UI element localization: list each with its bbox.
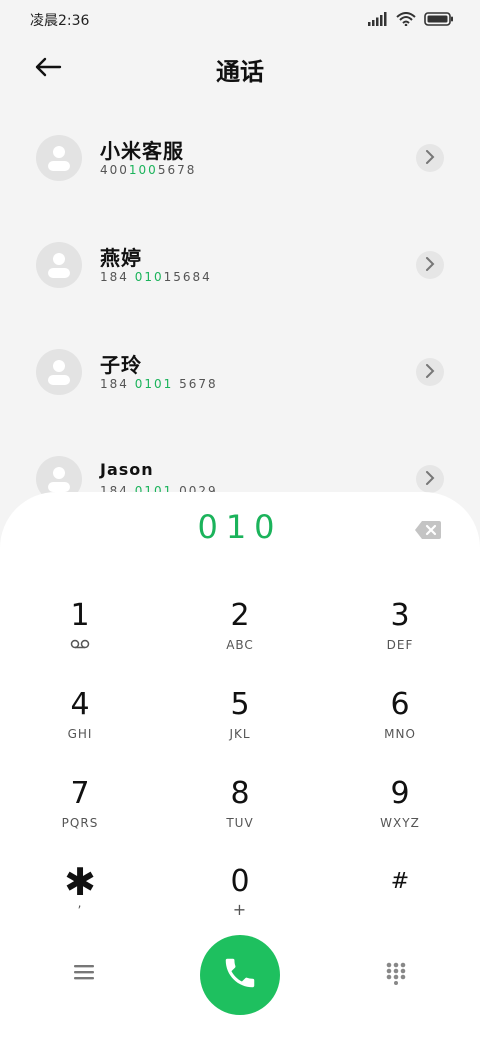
menu-icon xyxy=(73,963,95,985)
key-5[interactable]: 5 JKL xyxy=(180,687,300,767)
dial-input[interactable]: 010 xyxy=(0,508,480,546)
menu-button[interactable] xyxy=(64,958,104,990)
key-digit: 5 xyxy=(230,687,250,722)
key-digit: 7 xyxy=(70,776,90,811)
status-bar: 凌晨2:36 xyxy=(0,0,480,36)
key-digit: 9 xyxy=(390,776,410,811)
dialpad-toggle-button[interactable] xyxy=(376,958,416,992)
key-letters: MNO xyxy=(384,727,416,741)
dialpad-icon xyxy=(385,961,407,989)
key-4[interactable]: 4 GHI xyxy=(20,687,140,767)
dialpad-panel: 010 1 2 ABC 3 DEF 4 GHI 5 JKL 6 MNO 7 PQ… xyxy=(0,492,480,1040)
key-digit: 2 xyxy=(230,598,250,633)
key-8[interactable]: 8 TUV xyxy=(180,776,300,856)
key-letters: , xyxy=(77,896,83,910)
key-letters: TUV xyxy=(226,816,254,830)
contact-number: 4001005678 xyxy=(100,163,197,177)
contact-number: 184 01015684 xyxy=(100,270,212,284)
avatar xyxy=(36,349,82,395)
key-digit: 0 xyxy=(230,864,250,899)
page-title: 通话 xyxy=(216,58,264,86)
key-letters: DEF xyxy=(386,638,414,652)
contact-name: Jason xyxy=(100,460,154,479)
call-button[interactable] xyxy=(200,935,280,1015)
key-letters: WXYZ xyxy=(380,816,420,830)
key-digit: 6 xyxy=(390,687,410,722)
contact-name: 燕婷 xyxy=(100,246,142,270)
contact-row[interactable]: 子玲 184 0101 5678 xyxy=(0,349,480,429)
wifi-icon xyxy=(396,11,416,30)
key-digit: # xyxy=(390,869,410,894)
key-letters: GHI xyxy=(67,727,93,741)
key-3[interactable]: 3 DEF xyxy=(340,598,460,678)
backspace-button[interactable] xyxy=(414,520,442,540)
header: 通话 xyxy=(0,44,480,94)
signal-icon xyxy=(368,11,388,30)
key-digit: 8 xyxy=(230,776,250,811)
avatar xyxy=(36,135,82,181)
key-letters: PQRS xyxy=(61,816,99,830)
contact-detail-button[interactable] xyxy=(416,144,444,172)
key-0[interactable]: 0 + xyxy=(180,864,300,944)
contact-detail-button[interactable] xyxy=(416,465,444,493)
avatar xyxy=(36,242,82,288)
chevron-right-icon xyxy=(425,256,435,275)
backspace-icon xyxy=(414,521,442,544)
key-7[interactable]: 7 PQRS xyxy=(20,776,140,856)
contact-detail-button[interactable] xyxy=(416,251,444,279)
phone-icon xyxy=(221,954,259,996)
key-6[interactable]: 6 MNO xyxy=(340,687,460,767)
key-digit: 3 xyxy=(390,598,410,633)
key-digit: 4 xyxy=(70,687,90,722)
contact-row[interactable]: 小米客服 4001005678 xyxy=(0,135,480,215)
voicemail-icon xyxy=(20,638,140,652)
contact-detail-button[interactable] xyxy=(416,358,444,386)
chevron-right-icon xyxy=(425,470,435,489)
key-9[interactable]: 9 WXYZ xyxy=(340,776,460,856)
key-digit: 1 xyxy=(70,598,90,633)
status-time: 凌晨2:36 xyxy=(30,13,90,29)
chevron-right-icon xyxy=(425,363,435,382)
key-1[interactable]: 1 xyxy=(20,598,140,678)
status-icons xyxy=(368,11,454,30)
contact-name: 子玲 xyxy=(100,353,142,377)
key-letters: ABC xyxy=(226,638,254,652)
key-star[interactable]: ✱ , xyxy=(20,860,140,944)
key-letters: + xyxy=(232,900,248,919)
battery-icon xyxy=(424,11,454,30)
contact-number: 184 0101 5678 xyxy=(100,377,218,391)
key-hash[interactable]: # xyxy=(340,864,460,944)
contact-name: 小米客服 xyxy=(100,139,184,163)
key-digit: ✱ xyxy=(64,860,96,904)
key-letters: JKL xyxy=(229,727,251,741)
chevron-right-icon xyxy=(425,149,435,168)
key-2[interactable]: 2 ABC xyxy=(180,598,300,678)
contact-row[interactable]: 燕婷 184 01015684 xyxy=(0,242,480,322)
